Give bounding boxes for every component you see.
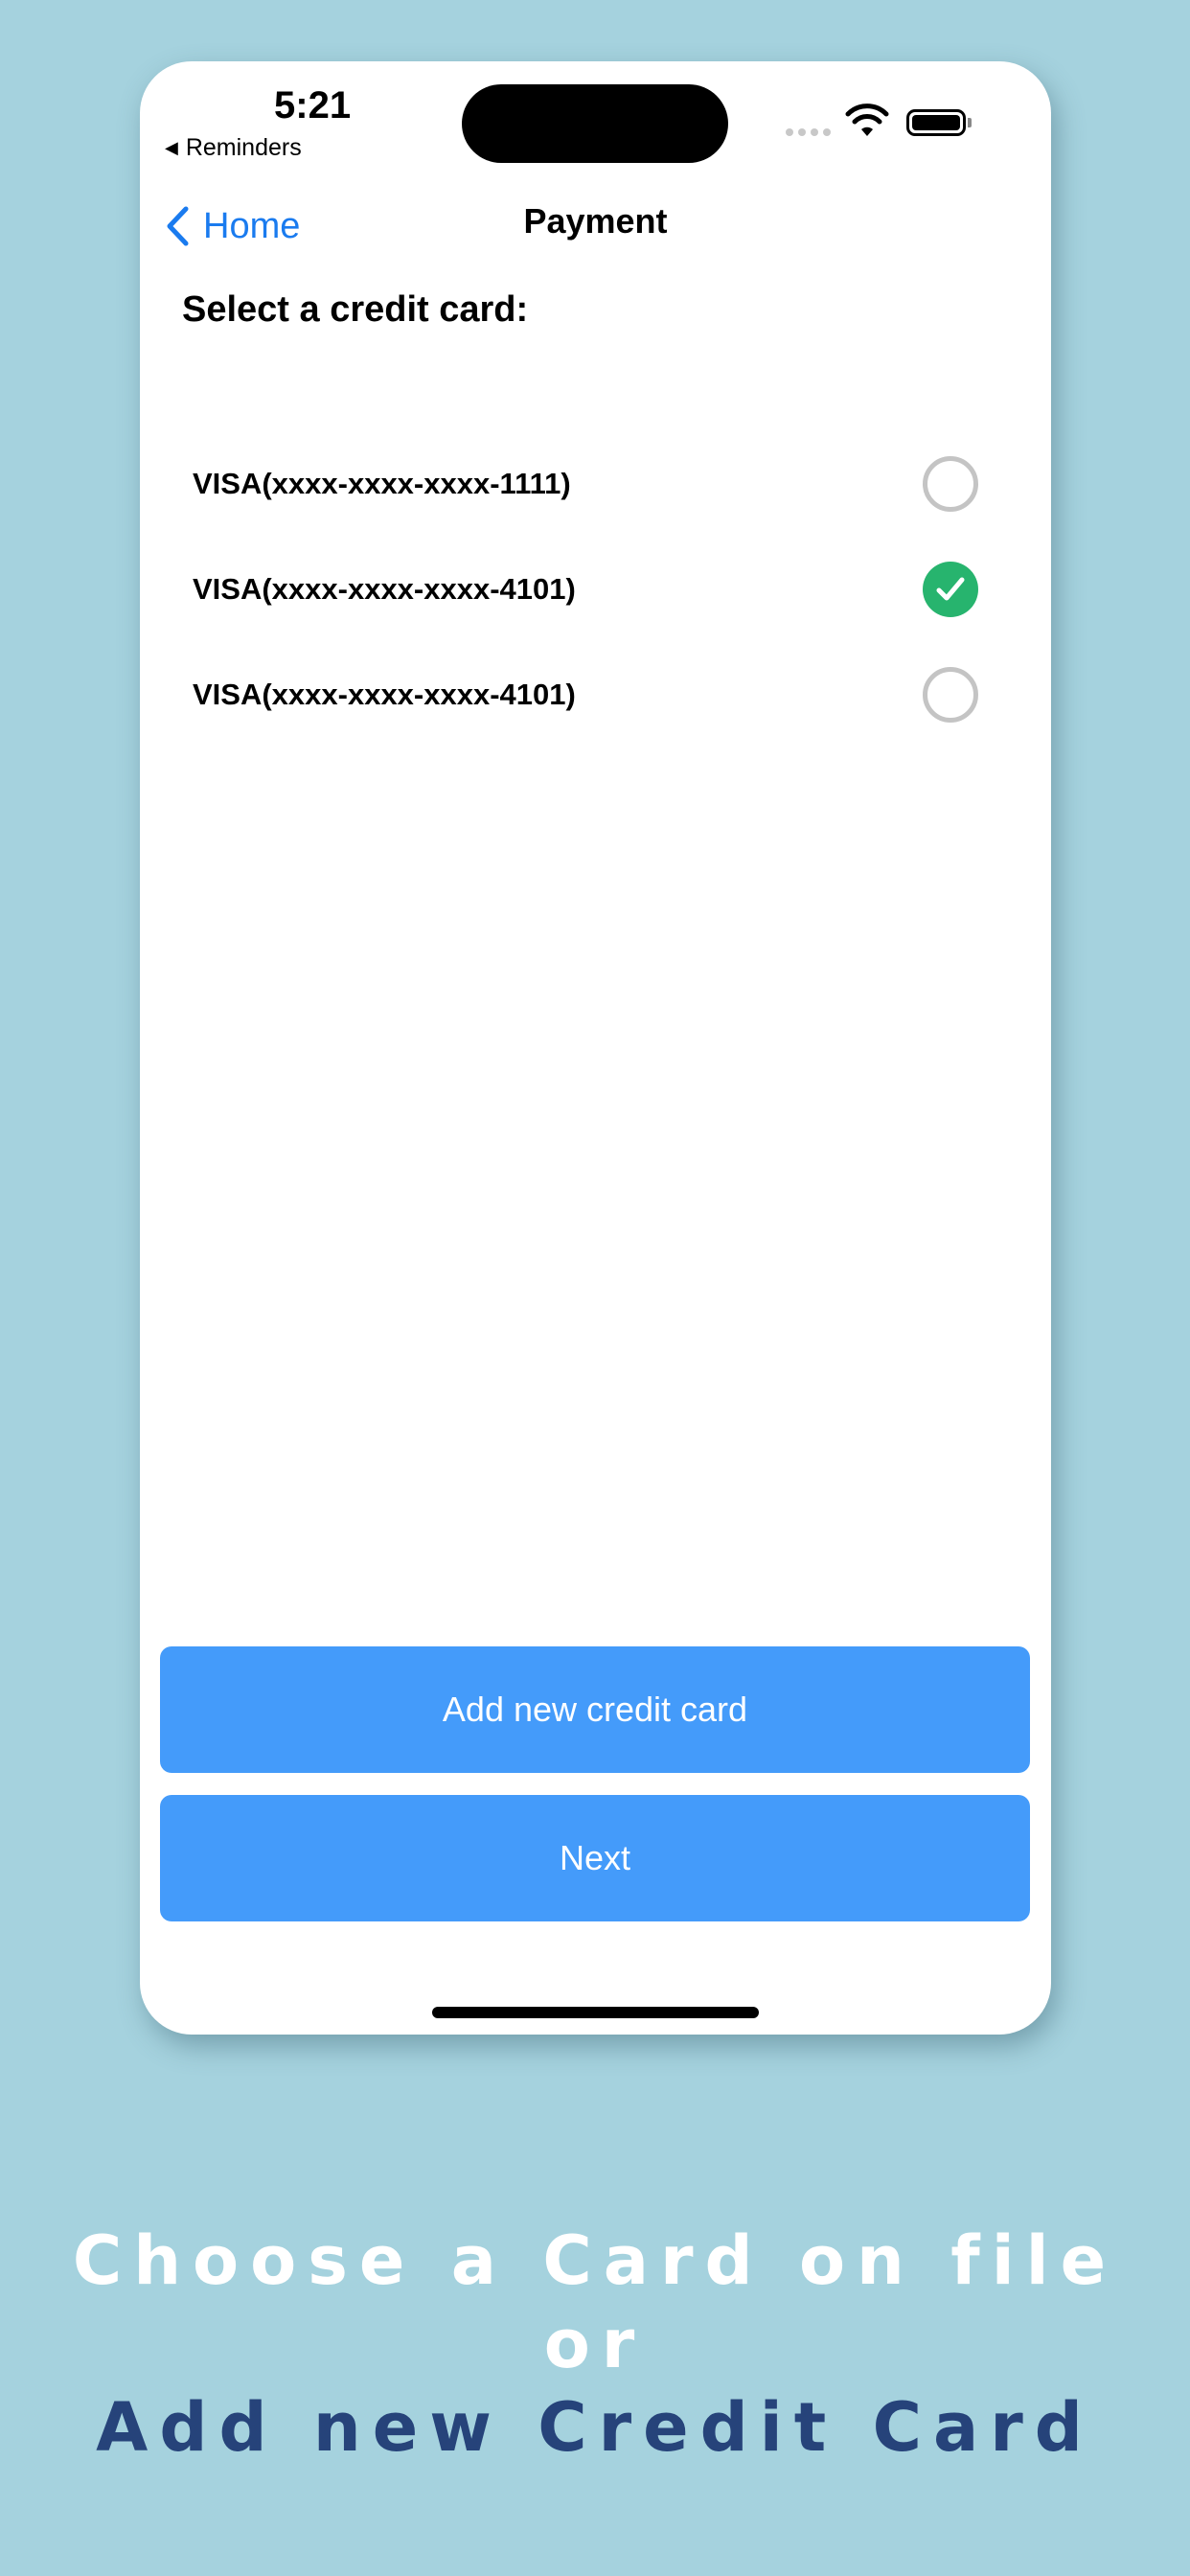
wifi-icon bbox=[845, 104, 889, 136]
radio-unselected-icon[interactable] bbox=[923, 456, 978, 512]
status-time: 5:21 bbox=[274, 84, 352, 126]
card-label: VISA(xxxx-xxxx-xxxx-1111) bbox=[193, 467, 571, 500]
card-label: VISA(xxxx-xxxx-xxxx-4101) bbox=[193, 572, 576, 606]
dynamic-island bbox=[462, 84, 728, 163]
status-back-to-app[interactable]: ◀ Reminders bbox=[165, 134, 302, 162]
status-back-app-label: Reminders bbox=[185, 134, 302, 161]
caption-line-1: Choose a Card on file bbox=[72, 2221, 1118, 2300]
battery-nub bbox=[968, 118, 972, 127]
home-indicator bbox=[432, 2007, 759, 2018]
section-title: Select a credit card: bbox=[182, 289, 529, 330]
add-new-credit-card-button[interactable]: Add new credit card bbox=[160, 1646, 1030, 1773]
card-row-3[interactable]: VISA(xxxx-xxxx-xxxx-4101) bbox=[140, 642, 1051, 748]
battery-icon bbox=[906, 109, 966, 136]
card-row-2[interactable]: VISA(xxxx-xxxx-xxxx-4101) bbox=[140, 537, 1051, 642]
card-row-1[interactable]: VISA(xxxx-xxxx-xxxx-1111) bbox=[140, 431, 1051, 537]
signal-icon bbox=[786, 128, 831, 136]
caption-line-3: Add new Credit Card bbox=[96, 2388, 1094, 2467]
back-triangle-icon: ◀ bbox=[165, 138, 178, 157]
checkmark-icon bbox=[936, 577, 965, 601]
radio-unselected-icon[interactable] bbox=[923, 667, 978, 723]
card-label: VISA(xxxx-xxxx-xxxx-4101) bbox=[193, 678, 576, 711]
radio-selected-icon[interactable] bbox=[923, 562, 978, 617]
next-button[interactable]: Next bbox=[160, 1795, 1030, 1921]
page-title: Payment bbox=[523, 201, 668, 241]
phone-frame: 5:21 ◀ Reminders Home Payment Select a c… bbox=[140, 61, 1051, 2035]
caption-line-2: or bbox=[543, 2305, 647, 2383]
